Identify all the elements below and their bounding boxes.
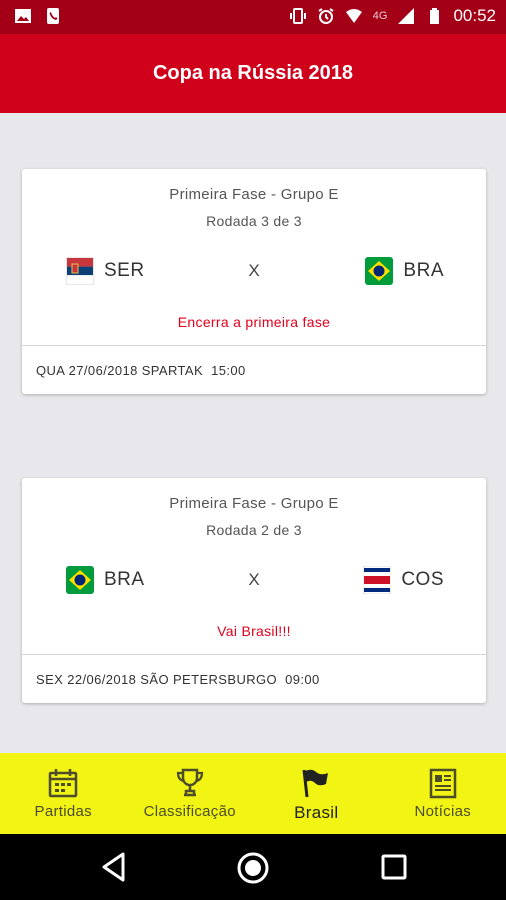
match-note: Vai Brasil!!! — [217, 623, 291, 639]
away-team-code: BRA — [403, 260, 444, 281]
system-navigation-bar — [0, 834, 506, 900]
nav-item-partidas[interactable]: Partidas — [0, 753, 127, 834]
battery-icon — [430, 8, 440, 24]
phone-notification-icon — [47, 8, 59, 24]
away-team: COS — [363, 566, 444, 594]
status-bar: 4G 00:52 — [0, 0, 506, 34]
match-round: Rodada 3 de 3 — [206, 213, 302, 229]
match-phase: Primeira Fase - Grupo E — [169, 495, 339, 512]
costa-rica-flag-icon — [363, 566, 392, 594]
match-phase: Primeira Fase - Grupo E — [169, 186, 339, 203]
home-icon[interactable] — [236, 851, 270, 885]
newspaper-icon — [429, 768, 456, 799]
vibrate-icon — [289, 8, 306, 24]
match-card[interactable]: Primeira Fase - Grupo E Rodada 3 de 3 SE… — [22, 169, 486, 394]
nav-label: Brasil — [294, 803, 339, 822]
trophy-icon — [176, 768, 203, 797]
app-title: Copa na Rússia 2018 — [152, 62, 354, 84]
flag-icon — [302, 769, 329, 798]
away-team: BRA — [365, 257, 444, 285]
back-icon[interactable] — [100, 851, 128, 883]
image-notification-icon — [15, 9, 31, 23]
nav-item-brasil[interactable]: Brasil — [253, 753, 380, 834]
bottom-navigation: Partidas Classificação Brasil Notícias — [0, 753, 506, 834]
match-card[interactable]: Primeira Fase - Grupo E Rodada 2 de 3 BR… — [22, 478, 486, 703]
match-info: QUA 27/06/2018 SPARTAK 15:00 — [36, 363, 246, 378]
match-list[interactable]: Primeira Fase - Grupo E Rodada 3 de 3 SE… — [0, 113, 506, 753]
brazil-flag-icon — [365, 257, 394, 285]
divider — [22, 654, 486, 655]
clock: 00:52 — [453, 6, 496, 25]
signal-icon — [398, 8, 415, 24]
match-note: Encerra a primeira fase — [177, 314, 331, 330]
nav-item-noticias[interactable]: Notícias — [380, 753, 506, 834]
match-round: Rodada 2 de 3 — [206, 522, 302, 538]
recents-icon[interactable] — [380, 851, 408, 883]
calendar-icon — [49, 769, 78, 798]
app-bar: Copa na Rússia 2018 — [0, 34, 506, 113]
wifi-icon — [345, 9, 362, 23]
divider — [22, 345, 486, 346]
nav-label: Notícias — [414, 803, 472, 820]
nav-label: Partidas — [34, 803, 92, 820]
away-team-code: COS — [401, 569, 444, 590]
nav-item-classificacao[interactable]: Classificação — [127, 753, 254, 834]
network-type: 4G — [372, 10, 388, 22]
match-info: SEX 22/06/2018 SÃO PETERSBURGO 09:00 — [36, 672, 320, 687]
nav-label: Classificação — [143, 803, 236, 820]
alarm-icon — [318, 8, 334, 24]
